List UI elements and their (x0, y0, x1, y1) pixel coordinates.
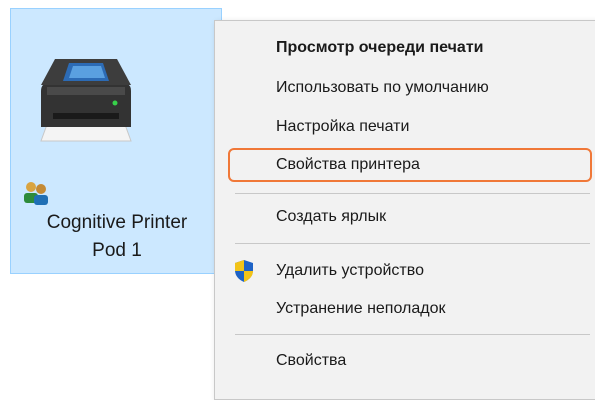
menu-item-properties[interactable]: Свойства (215, 343, 595, 379)
menu-item-label: Удалить устройство (276, 262, 424, 279)
menu-separator (235, 193, 590, 194)
menu-item-label: Создать ярлык (276, 208, 387, 225)
menu-item-printing-preferences[interactable]: Настройка печати (215, 109, 595, 145)
device-name-label: Cognitive Printer Pod 1 (11, 209, 223, 265)
device-name-line1: Cognitive Printer (46, 212, 188, 233)
printer-icon (40, 59, 132, 142)
menu-item-label: Свойства принтера (276, 156, 420, 173)
menu-item-label: Устранение неполадок (276, 300, 446, 317)
menu-item-troubleshoot[interactable]: Устранение неполадок (215, 291, 595, 327)
menu-item-label: Просмотр очереди печати (276, 39, 484, 56)
shared-users-icon (24, 182, 48, 205)
menu-item-set-default[interactable]: Использовать по умолчанию (215, 70, 595, 106)
menu-item-remove-device[interactable]: Удалить устройство (215, 253, 595, 289)
menu-separator (235, 334, 590, 335)
menu-item-label: Свойства (276, 352, 347, 369)
printer-device-tile[interactable]: Cognitive Printer Pod 1 (10, 8, 222, 274)
menu-separator (235, 243, 590, 244)
menu-item-view-print-queue[interactable]: Просмотр очереди печати (215, 30, 595, 66)
uac-shield-icon (235, 260, 253, 282)
menu-item-label: Настройка печати (276, 118, 410, 135)
device-name-line2: Pod 1 (92, 240, 142, 261)
menu-item-printer-properties[interactable]: Свойства принтера (215, 147, 595, 183)
context-menu: Просмотр очереди печати Использовать по … (214, 20, 595, 400)
menu-item-label: Использовать по умолчанию (276, 79, 489, 96)
menu-item-create-shortcut[interactable]: Создать ярлык (215, 199, 595, 235)
